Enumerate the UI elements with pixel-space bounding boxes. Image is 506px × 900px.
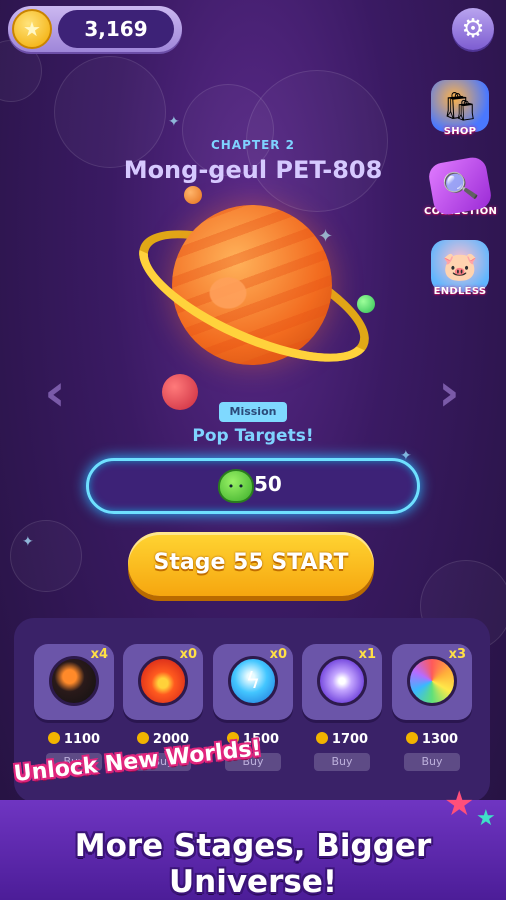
booster-item: x3 1300 Buy: [392, 644, 472, 771]
purple-orb-icon: [317, 656, 367, 706]
previous-chapter-arrow[interactable]: ‹: [40, 367, 70, 419]
booster-price: 1300: [392, 732, 472, 747]
booster-price-value: 1100: [63, 732, 101, 747]
booster-count: x3: [448, 647, 466, 662]
booster-card[interactable]: x4: [34, 644, 114, 720]
star-coin-icon: ★: [12, 9, 52, 49]
sparkle-icon: ✦: [22, 534, 34, 550]
background-bubble: [10, 520, 82, 592]
booster-count: x0: [269, 647, 287, 662]
fire-icon: [138, 656, 188, 706]
lightning-icon: ϟ: [228, 656, 278, 706]
bomb-icon: [49, 656, 99, 706]
chapter-label: CHAPTER 2: [210, 138, 296, 152]
shop-button[interactable]: 🛍 SHOP: [424, 80, 496, 137]
booster-count: x1: [358, 647, 376, 662]
next-chapter-arrow[interactable]: ›: [434, 367, 464, 419]
booster-price: 1100: [34, 732, 114, 747]
chapter-title: Mong-geul PET-808: [123, 156, 383, 184]
coin-icon: [405, 732, 418, 744]
promo-headline: More Stages, Bigger Universe!: [74, 828, 432, 900]
booster-price: 1700: [302, 732, 382, 747]
booster-item: x1 1700 Buy: [302, 644, 382, 771]
game-screen: ✦ ✦ ✦ ✦ ★ 3,169 ⚙ 🛍 SHOP 🔍 COLLECTION 🐷 …: [0, 0, 506, 900]
endless-label: ENDLESS: [433, 286, 487, 297]
booster-price-value: 1700: [331, 732, 369, 747]
star-icon: ★: [444, 784, 475, 824]
mission-text: Pop Targets!: [192, 426, 314, 446]
booster-count: x0: [179, 647, 197, 662]
settings-button[interactable]: ⚙: [452, 8, 494, 50]
shop-label: SHOP: [443, 126, 477, 137]
small-orb: [184, 186, 202, 204]
small-orb: [357, 295, 375, 313]
coin-icon: [136, 732, 149, 744]
endless-button[interactable]: 🐷 ENDLESS: [424, 240, 496, 297]
target-count: 50: [254, 472, 282, 496]
star-icon: ★: [476, 806, 496, 831]
mission-badge: Mission: [219, 402, 287, 422]
coin-icon: [47, 732, 60, 744]
coin-count: 3,169: [84, 17, 148, 41]
booster-count: x4: [90, 647, 108, 662]
gear-icon: ⚙: [461, 14, 485, 44]
booster-card[interactable]: x0: [123, 644, 203, 720]
stage-start-button[interactable]: Stage 55 START: [128, 532, 374, 596]
sparkle-icon: ✦: [168, 114, 180, 130]
rainbow-orb-icon: [407, 656, 457, 706]
booster-card[interactable]: ϟ x0: [213, 644, 293, 720]
shop-icon: 🛍: [431, 80, 489, 132]
green-monster-target-icon: • •: [218, 469, 254, 503]
booster-card[interactable]: x1: [302, 644, 382, 720]
buy-button[interactable]: Buy: [314, 753, 370, 771]
booster-price-value: 1300: [421, 732, 459, 747]
endless-icon: 🐷: [431, 240, 489, 292]
small-orb: [162, 374, 198, 410]
coin-icon: [315, 732, 328, 744]
booster-card[interactable]: x3: [392, 644, 472, 720]
buy-button[interactable]: Buy: [404, 753, 460, 771]
